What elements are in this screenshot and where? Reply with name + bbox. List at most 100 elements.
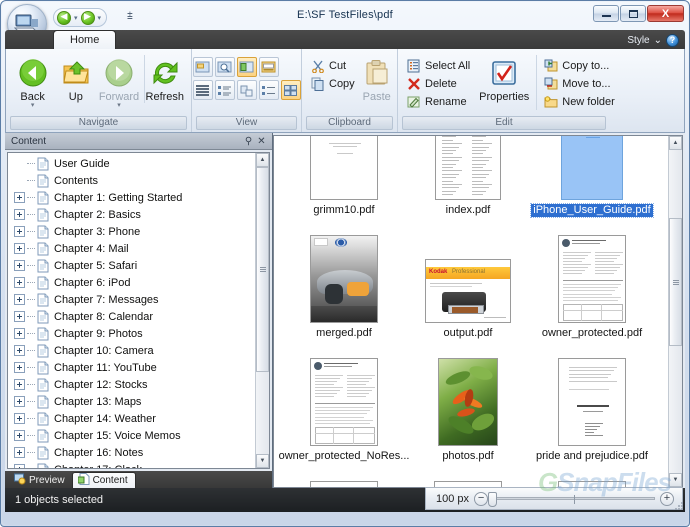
expand-icon[interactable] [14, 226, 25, 237]
tree-item[interactable]: Chapter 2: Basics [8, 206, 255, 223]
cut-button[interactable]: Cut [308, 57, 359, 74]
tab-home[interactable]: Home [53, 30, 117, 49]
back-button[interactable]: Back ▾ [12, 55, 53, 109]
file-item-partial[interactable] [406, 475, 530, 487]
tiles-view-icon[interactable] [192, 80, 213, 100]
close-button[interactable]: X [647, 5, 684, 22]
tree-item[interactable]: Chapter 10: Camera [8, 342, 255, 359]
minimize-button[interactable] [593, 5, 619, 22]
resize-grip-icon[interactable] [674, 501, 684, 511]
thumbnail-grid-icon[interactable] [280, 80, 301, 100]
close-icon[interactable]: ✕ [255, 136, 268, 147]
thumbnails-view-icon[interactable] [192, 57, 213, 77]
paste-button[interactable]: Paste [361, 55, 393, 103]
new-folder-button[interactable]: New folder [541, 93, 619, 110]
zoom-slider[interactable] [488, 492, 655, 507]
expand-icon[interactable] [14, 396, 25, 407]
details-view-icon[interactable] [258, 80, 279, 100]
expand-icon[interactable] [14, 328, 25, 339]
file-scrollbar-thumb[interactable] [669, 218, 682, 346]
file-item[interactable]: pride and prejudice.pdf [530, 352, 654, 475]
tree-item[interactable]: Chapter 4: Mail [8, 240, 255, 257]
expand-icon[interactable] [14, 413, 25, 424]
filmstrip-view-icon[interactable] [258, 57, 279, 77]
file-grid[interactable]: grimm10.pdf index.pdf iPhone_User_Guide.pd… [274, 136, 668, 487]
file-item-partial[interactable] [282, 475, 406, 487]
file-item[interactable]: owner_protected.pdf [530, 229, 654, 352]
expand-icon[interactable] [14, 362, 25, 373]
scroll-down-icon[interactable]: ▼ [256, 454, 269, 468]
tree-item[interactable]: Chapter 14: Weather [8, 410, 255, 427]
tree-scrollbar-thumb[interactable] [256, 167, 269, 372]
tree-item[interactable]: Chapter 6: iPod [8, 274, 255, 291]
select-all-button[interactable]: Select All [404, 57, 474, 74]
tree-item[interactable]: Chapter 12: Stocks [8, 376, 255, 393]
tree-item[interactable]: Chapter 15: Voice Memos [8, 427, 255, 444]
style-menu-label[interactable]: Style [627, 35, 649, 46]
expand-icon[interactable] [14, 277, 25, 288]
tree-item[interactable]: User Guide [8, 155, 255, 172]
properties-button[interactable]: Properties [476, 55, 532, 103]
tree-item[interactable]: Chapter 8: Calendar [8, 308, 255, 325]
zoom-slider-handle[interactable] [488, 492, 498, 507]
forward-menu-caret[interactable]: ▾ [117, 102, 121, 109]
tree-scrollbar[interactable]: ▲ ▼ [255, 153, 269, 468]
up-button[interactable]: Up [55, 55, 96, 103]
expand-icon[interactable] [14, 379, 25, 390]
zoom-out-button[interactable]: − [474, 491, 489, 506]
preview-view-icon[interactable] [214, 57, 235, 77]
chevron-down-icon[interactable]: ⌄ [654, 35, 662, 46]
tree-item[interactable]: Chapter 9: Photos [8, 325, 255, 342]
tree-item[interactable]: Chapter 5: Safari [8, 257, 255, 274]
file-item[interactable]: grimm10.pdf [282, 136, 406, 229]
expand-icon[interactable] [14, 243, 25, 254]
sidebar-tab-content[interactable]: Content [71, 472, 136, 488]
expand-icon[interactable] [14, 294, 25, 305]
tree-item[interactable]: Chapter 3: Phone [8, 223, 255, 240]
icons-view-icon[interactable] [236, 80, 257, 100]
scroll-up-icon[interactable]: ▲ [669, 136, 682, 150]
back-menu-caret[interactable]: ▾ [31, 102, 35, 109]
file-item[interactable]: index.pdf [406, 136, 530, 229]
tree-item[interactable]: Chapter 7: Messages [8, 291, 255, 308]
forward-button[interactable]: Forward ▾ [98, 55, 139, 109]
file-item[interactable]: merged.pdf [282, 229, 406, 352]
move-to-button[interactable]: Move to... [541, 75, 619, 92]
scroll-up-icon[interactable]: ▲ [256, 153, 269, 167]
delete-button[interactable]: Delete [404, 75, 474, 92]
file-scrollbar[interactable]: ▲ ▼ [668, 136, 682, 487]
expand-icon[interactable] [14, 260, 25, 271]
tree-item[interactable]: Chapter 13: Maps [8, 393, 255, 410]
tree-item[interactable]: Chapter 16: Notes [8, 444, 255, 461]
expand-icon[interactable] [14, 430, 25, 441]
zoom-in-button[interactable]: + [660, 491, 674, 506]
details-pane-view-icon[interactable] [236, 57, 257, 77]
file-item[interactable]: Kodak Professional output.pdf [406, 229, 530, 352]
file-item[interactable]: photos.pdf [406, 352, 530, 475]
tree-item[interactable]: Chapter 17: Clock [8, 461, 255, 468]
file-item-partial[interactable] [530, 475, 654, 487]
content-tree[interactable]: User Guide Contents Chapter 1: Getting Sta… [8, 153, 255, 468]
scroll-down-icon[interactable]: ▼ [669, 473, 682, 487]
expand-icon[interactable] [14, 464, 25, 468]
file-item[interactable]: iPhone_User_Guide.pdf [530, 136, 654, 229]
tree-item[interactable]: Chapter 11: YouTube [8, 359, 255, 376]
tree-item[interactable]: Contents [8, 172, 255, 189]
tree-scrollbar-track[interactable] [256, 372, 269, 454]
list-view-icon[interactable] [214, 80, 235, 100]
pin-icon[interactable]: ⚲ [242, 136, 255, 147]
maximize-button[interactable] [620, 5, 646, 22]
expand-icon[interactable] [14, 447, 25, 458]
copy-button[interactable]: Copy [308, 75, 359, 92]
rename-button[interactable]: Rename [404, 93, 474, 110]
file-scrollbar-track-bottom[interactable] [669, 346, 682, 473]
sidebar-tab-preview[interactable]: Preview [9, 472, 72, 488]
refresh-button[interactable]: Refresh [143, 55, 185, 103]
expand-icon[interactable] [14, 345, 25, 356]
help-button[interactable]: ? [666, 34, 679, 47]
file-item[interactable]: owner_protected_NoRes... [279, 352, 409, 475]
expand-icon[interactable] [14, 192, 25, 203]
expand-icon[interactable] [14, 209, 25, 220]
file-scrollbar-track-top[interactable] [669, 150, 682, 218]
copy-to-button[interactable]: Copy to... [541, 57, 619, 74]
